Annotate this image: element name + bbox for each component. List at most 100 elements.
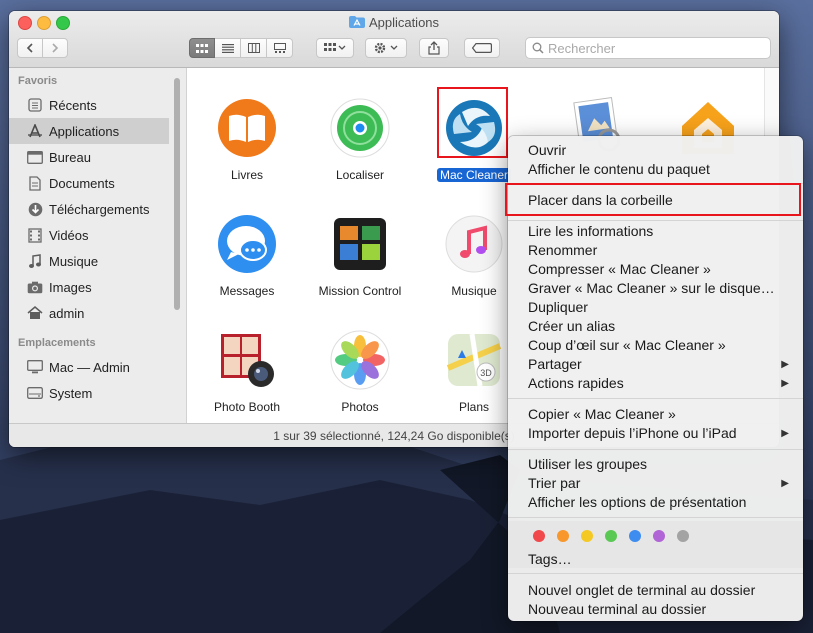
tag-color-dot[interactable] <box>533 530 545 542</box>
menu-separator <box>508 449 803 450</box>
menu-item-copy[interactable]: Copier « Mac Cleaner » <box>528 405 793 424</box>
action-menu-button[interactable] <box>365 38 407 58</box>
sidebar-item-label: Documents <box>49 175 115 191</box>
gear-icon <box>374 42 398 54</box>
sidebar-item-label: Téléchargements <box>49 201 150 217</box>
sidebar-header-locations: Emplacements <box>18 337 96 349</box>
menu-item-quick-look[interactable]: Coup d’œil sur « Mac Cleaner » <box>528 336 793 355</box>
sidebar-item-downloads[interactable]: Téléchargements <box>9 196 186 222</box>
search-field[interactable]: Rechercher <box>525 37 771 59</box>
applications-folder-icon <box>348 16 365 28</box>
menu-item-label: Importer depuis l’iPhone ou l’iPad <box>528 425 737 441</box>
sidebar-item-label: Musique <box>49 253 99 269</box>
menu-item-new-terminal[interactable]: Nouveau terminal au dossier <box>528 600 793 619</box>
menu-item-open[interactable]: Ouvrir <box>528 141 793 160</box>
camera-icon <box>26 279 44 295</box>
app-item-photo-booth[interactable]: Photo Booth <box>187 328 312 414</box>
music-app-icon <box>442 212 506 276</box>
home-icon <box>26 305 44 321</box>
computer-icon <box>26 359 44 375</box>
sidebar-item-label: System <box>49 385 93 401</box>
gallery-icon <box>273 43 286 53</box>
sidebar-item-label: Vidéos <box>49 227 89 243</box>
menu-separator <box>508 573 803 574</box>
group-icon <box>324 43 346 51</box>
sidebar-item-recents[interactable]: Récents <box>9 92 186 118</box>
list-icon <box>221 43 234 53</box>
tag-color-dot[interactable] <box>629 530 641 542</box>
app-item-mission-control[interactable]: Mission Control <box>295 212 425 298</box>
tag-color-dot[interactable] <box>557 530 569 542</box>
menu-separator <box>508 398 803 399</box>
app-item-photos[interactable]: Photos <box>295 328 425 414</box>
mission-control-app-icon <box>328 212 392 276</box>
submenu-arrow-icon: ▶ <box>781 428 789 439</box>
grid-icon <box>196 43 208 53</box>
tag-icon <box>472 43 492 53</box>
applications-icon <box>26 123 44 139</box>
svg-text:3D: 3D <box>480 368 492 378</box>
search-placeholder: Rechercher <box>548 40 616 56</box>
sidebar-item-label: admin <box>49 305 85 321</box>
icon-view-button[interactable] <box>189 38 215 58</box>
sidebar-item-system[interactable]: System <box>9 380 186 406</box>
tag-color-dot[interactable] <box>653 530 665 542</box>
menu-item-quick-actions[interactable]: Actions rapides ▶ <box>528 374 793 393</box>
menu-item-make-alias[interactable]: Créer un alias <box>528 317 793 336</box>
downloads-icon <box>26 201 44 217</box>
sidebar-item-desktop[interactable]: Bureau <box>9 144 186 170</box>
app-item-messages[interactable]: Messages <box>187 212 312 298</box>
column-view-button[interactable] <box>241 38 267 58</box>
menu-item-label: Partager <box>528 356 582 372</box>
list-view-button[interactable] <box>215 38 241 58</box>
sidebar-item-music[interactable]: Musique <box>9 248 186 274</box>
sidebar-scrollbar[interactable] <box>174 78 180 310</box>
view-mode-segmented <box>189 38 293 58</box>
app-label: Mission Control <box>318 284 402 298</box>
menu-item-compress[interactable]: Compresser « Mac Cleaner » <box>528 260 793 279</box>
group-by-button[interactable] <box>316 38 354 58</box>
tag-color-dot[interactable] <box>677 530 689 542</box>
sidebar-item-computer[interactable]: Mac — Admin <box>9 354 186 380</box>
menu-item-tags[interactable]: Tags… <box>528 550 793 569</box>
menu-item-burn[interactable]: Graver « Mac Cleaner » sur le disque… <box>528 279 793 298</box>
menu-separator <box>508 220 803 221</box>
submenu-arrow-icon: ▶ <box>781 378 789 389</box>
tags-button[interactable] <box>464 38 500 58</box>
submenu-arrow-icon: ▶ <box>781 359 789 370</box>
sidebar-item-videos[interactable]: Vidéos <box>9 222 186 248</box>
menu-item-get-info[interactable]: Lire les informations <box>528 222 793 241</box>
menu-item-duplicate[interactable]: Dupliquer <box>528 298 793 317</box>
sidebar-item-home[interactable]: admin <box>9 300 186 326</box>
sidebar-item-images[interactable]: Images <box>9 274 186 300</box>
forward-button[interactable] <box>42 38 68 58</box>
app-label: Messages <box>219 284 275 298</box>
menu-item-use-groups[interactable]: Utiliser les groupes <box>528 455 793 474</box>
sidebar-item-applications[interactable]: Applications <box>9 118 169 144</box>
tag-color-dot[interactable] <box>605 530 617 542</box>
window-title-text: Applications <box>368 15 440 30</box>
menu-item-rename[interactable]: Renommer <box>528 241 793 260</box>
search-icon <box>532 42 544 54</box>
tag-color-dot[interactable] <box>581 530 593 542</box>
menu-separator <box>508 517 803 518</box>
gallery-view-button[interactable] <box>267 38 293 58</box>
sidebar-item-documents[interactable]: Documents <box>9 170 186 196</box>
menu-item-sort-by[interactable]: Trier par ▶ <box>528 474 793 493</box>
app-item-livres[interactable]: Livres <box>187 96 312 182</box>
photos-app-icon <box>328 328 392 392</box>
menu-item-view-options[interactable]: Afficher les options de présentation <box>528 493 793 512</box>
app-label: Livres <box>230 168 263 182</box>
videos-icon <box>26 227 44 243</box>
submenu-arrow-icon: ▶ <box>781 478 789 489</box>
share-button[interactable] <box>419 38 449 58</box>
menu-item-import-from-iphone[interactable]: Importer depuis l’iPhone ou l’iPad ▶ <box>528 424 793 443</box>
highlight-box-mac-cleaner <box>437 87 508 158</box>
menu-item-show-package-contents[interactable]: Afficher le contenu du paquet <box>528 160 793 179</box>
menu-item-new-terminal-tab[interactable]: Nouvel onglet de terminal au dossier <box>528 581 793 600</box>
app-item-localiser[interactable]: Localiser <box>295 96 425 182</box>
documents-icon <box>26 175 44 191</box>
menu-item-share[interactable]: Partager ▶ <box>528 355 793 374</box>
sidebar-item-label: Applications <box>49 123 120 139</box>
back-button[interactable] <box>17 38 43 58</box>
